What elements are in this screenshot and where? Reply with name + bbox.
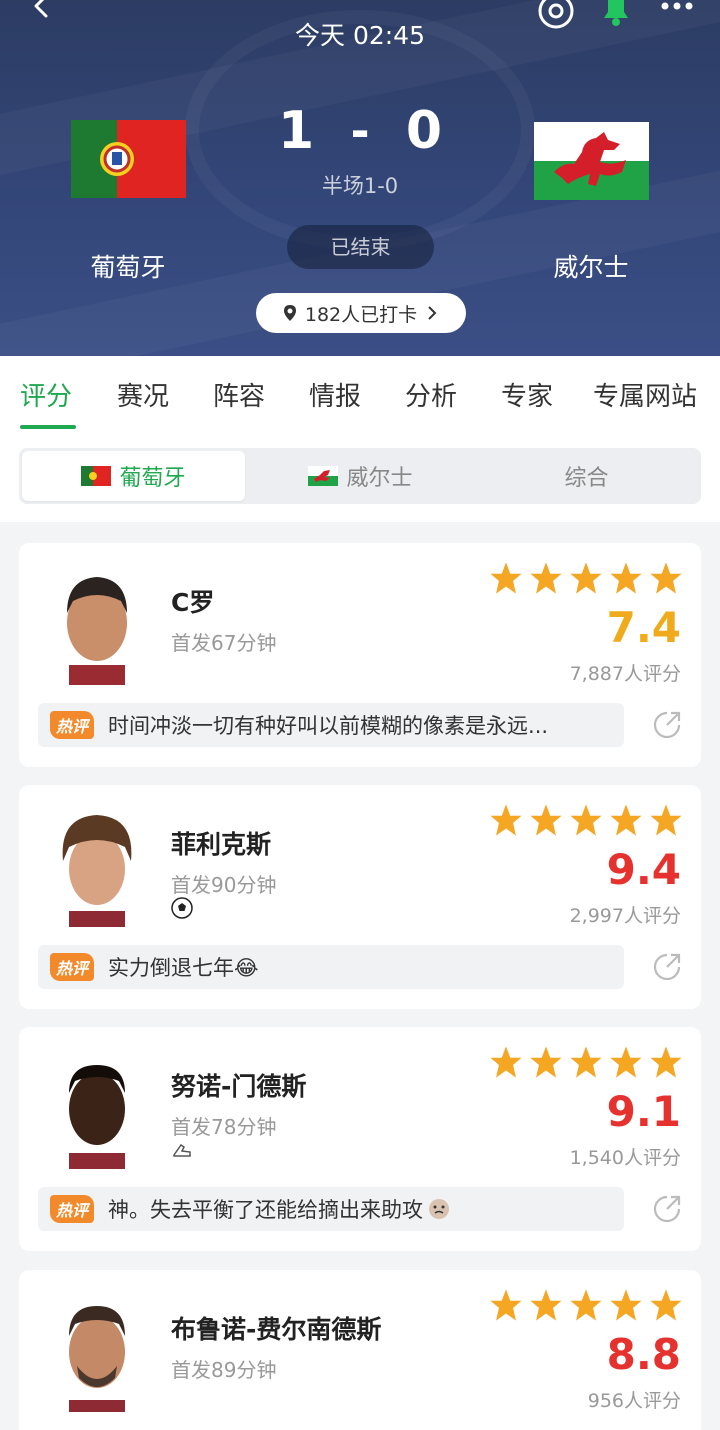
star-icon[interactable] xyxy=(609,1045,643,1079)
star-icon[interactable] xyxy=(649,1288,683,1322)
score-separator: - xyxy=(350,104,370,158)
star-icon[interactable] xyxy=(569,1045,603,1079)
portugal-flag-icon xyxy=(81,466,112,486)
checkin-label: 182人已打卡 xyxy=(304,303,418,326)
player-minutes: 首发89分钟 xyxy=(171,1358,277,1382)
wales-flag-icon xyxy=(308,466,339,486)
star-icon[interactable] xyxy=(649,1045,683,1079)
player-name: C罗 xyxy=(171,588,215,617)
match-time: 今天 02:45 xyxy=(295,21,425,50)
player-photo xyxy=(49,803,145,927)
more-icon[interactable] xyxy=(660,0,694,16)
player-minutes: 首发90分钟 xyxy=(171,873,277,897)
player-rating-card[interactable]: 布鲁诺-费尔南德斯 首发89分钟 8.8 956人评分 xyxy=(19,1270,701,1430)
player-name: 努诺-门德斯 xyxy=(171,1072,307,1101)
star-icon[interactable] xyxy=(529,803,563,837)
checkin-button[interactable]: 182人已打卡 xyxy=(256,293,466,333)
home-team-name: 葡萄牙 xyxy=(90,253,166,282)
main-tab-bar: 评分 赛况 阵容 情报 分析 专家 专属网站 xyxy=(0,356,720,432)
star-icon[interactable] xyxy=(569,803,603,837)
star-icon[interactable] xyxy=(569,1288,603,1322)
player-name: 菲利克斯 xyxy=(171,830,272,859)
subtab-wales[interactable]: 威尔士 xyxy=(249,451,472,501)
subtab-portugal-label: 葡萄牙 xyxy=(119,466,186,491)
tab-live[interactable]: 赛况 xyxy=(117,376,169,413)
hot-comment[interactable]: 热评 神。失去平衡了还能给摘出来助攻 xyxy=(38,1187,624,1231)
match-status-badge: 已结束 xyxy=(287,225,434,269)
player-rating: 7.4 xyxy=(606,603,681,652)
player-rating-card[interactable]: 努诺-门德斯 首发78分钟 9.1 1,540人评分 热评 神。失去平衡了还能给… xyxy=(19,1027,701,1251)
team-segmented-control: 葡萄牙 威尔士 综合 xyxy=(19,448,701,504)
tab-analysis[interactable]: 分析 xyxy=(405,376,457,413)
vote-count: 956人评分 xyxy=(587,1390,681,1412)
team-filter-bar: 葡萄牙 威尔士 综合 xyxy=(0,432,720,522)
player-photo xyxy=(49,561,145,685)
share-icon[interactable] xyxy=(651,951,683,983)
chevron-right-icon xyxy=(428,306,437,320)
hot-comment[interactable]: 热评 时间冲淡一切有种好叫以前模糊的像素是永远... xyxy=(38,703,624,747)
rating-stars[interactable] xyxy=(489,561,683,595)
hot-comment-badge: 热评 xyxy=(50,953,95,981)
star-icon[interactable] xyxy=(609,1288,643,1322)
star-icon[interactable] xyxy=(609,561,643,595)
subtab-wales-label: 威尔士 xyxy=(346,466,413,491)
star-icon[interactable] xyxy=(529,561,563,595)
away-score: 0 xyxy=(405,101,442,161)
star-icon[interactable] xyxy=(489,1288,523,1322)
hot-comment-text: 神。失去平衡了还能给摘出来助攻 xyxy=(108,1198,424,1222)
rating-stars[interactable] xyxy=(489,1045,683,1079)
rating-stars[interactable] xyxy=(489,1288,683,1322)
star-icon[interactable] xyxy=(649,803,683,837)
tab-lineup[interactable]: 阵容 xyxy=(213,376,265,413)
player-rating: 8.8 xyxy=(606,1330,681,1379)
rating-stars[interactable] xyxy=(489,803,683,837)
player-photo xyxy=(49,1288,145,1412)
star-icon[interactable] xyxy=(529,1045,563,1079)
star-icon[interactable] xyxy=(609,803,643,837)
hot-comment-badge: 热评 xyxy=(50,711,95,739)
share-icon[interactable] xyxy=(651,1193,683,1225)
share-icon[interactable] xyxy=(651,709,683,741)
star-icon[interactable] xyxy=(649,561,683,595)
player-rating: 9.4 xyxy=(606,845,681,894)
tab-ratings[interactable]: 评分 xyxy=(20,376,72,413)
player-minutes: 首发78分钟 xyxy=(171,1115,277,1139)
star-icon[interactable] xyxy=(489,803,523,837)
hot-comment[interactable]: 热评 实力倒退七年😂 xyxy=(38,945,624,989)
star-icon[interactable] xyxy=(489,561,523,595)
active-tab-indicator xyxy=(20,425,76,429)
location-pin-icon xyxy=(283,305,296,321)
match-header: 今天 02:45 葡萄牙 威尔士 1 - 0 半场1-0 已结束 182人已打卡 xyxy=(0,0,720,356)
subtab-overall[interactable]: 综合 xyxy=(475,451,698,501)
emoji-icon xyxy=(429,1199,450,1219)
player-rating-card[interactable]: 菲利克斯 首发90分钟 9.4 2,997人评分 热评 实力倒退七年😂 xyxy=(19,785,701,1009)
tab-exclusive-site[interactable]: 专属网站 xyxy=(593,376,697,413)
scoreboard: 1 - 0 xyxy=(260,96,460,166)
halftime-score: 半场1-0 xyxy=(321,174,399,198)
away-team-name: 威尔士 xyxy=(553,253,629,282)
home-score: 1 xyxy=(278,101,315,161)
subtab-overall-label: 综合 xyxy=(564,466,609,491)
vote-count: 2,997人评分 xyxy=(569,905,681,927)
player-rating: 9.1 xyxy=(606,1087,681,1136)
player-rating-card[interactable]: C罗 首发67分钟 7.4 7,887人评分 热评 时间冲淡一切有种好叫以前模糊… xyxy=(19,543,701,767)
vote-count: 7,887人评分 xyxy=(569,663,681,685)
tab-experts[interactable]: 专家 xyxy=(501,376,553,413)
tab-intel[interactable]: 情报 xyxy=(309,376,361,413)
hot-comment-text: 时间冲淡一切有种好叫以前模糊的像素是永远... xyxy=(108,714,549,738)
hot-comment-text: 实力倒退七年😂 xyxy=(108,956,259,980)
goal-ball-icon xyxy=(171,897,193,919)
star-icon[interactable] xyxy=(569,561,603,595)
assist-boot-icon xyxy=(173,1143,191,1157)
star-icon[interactable] xyxy=(489,1045,523,1079)
player-photo xyxy=(49,1045,145,1169)
player-minutes: 首发67分钟 xyxy=(171,631,277,655)
vote-count: 1,540人评分 xyxy=(569,1147,681,1169)
player-name: 布鲁诺-费尔南德斯 xyxy=(171,1315,382,1344)
subtab-portugal[interactable]: 葡萄牙 xyxy=(22,451,245,501)
star-icon[interactable] xyxy=(529,1288,563,1322)
hot-comment-badge: 热评 xyxy=(50,1195,95,1223)
